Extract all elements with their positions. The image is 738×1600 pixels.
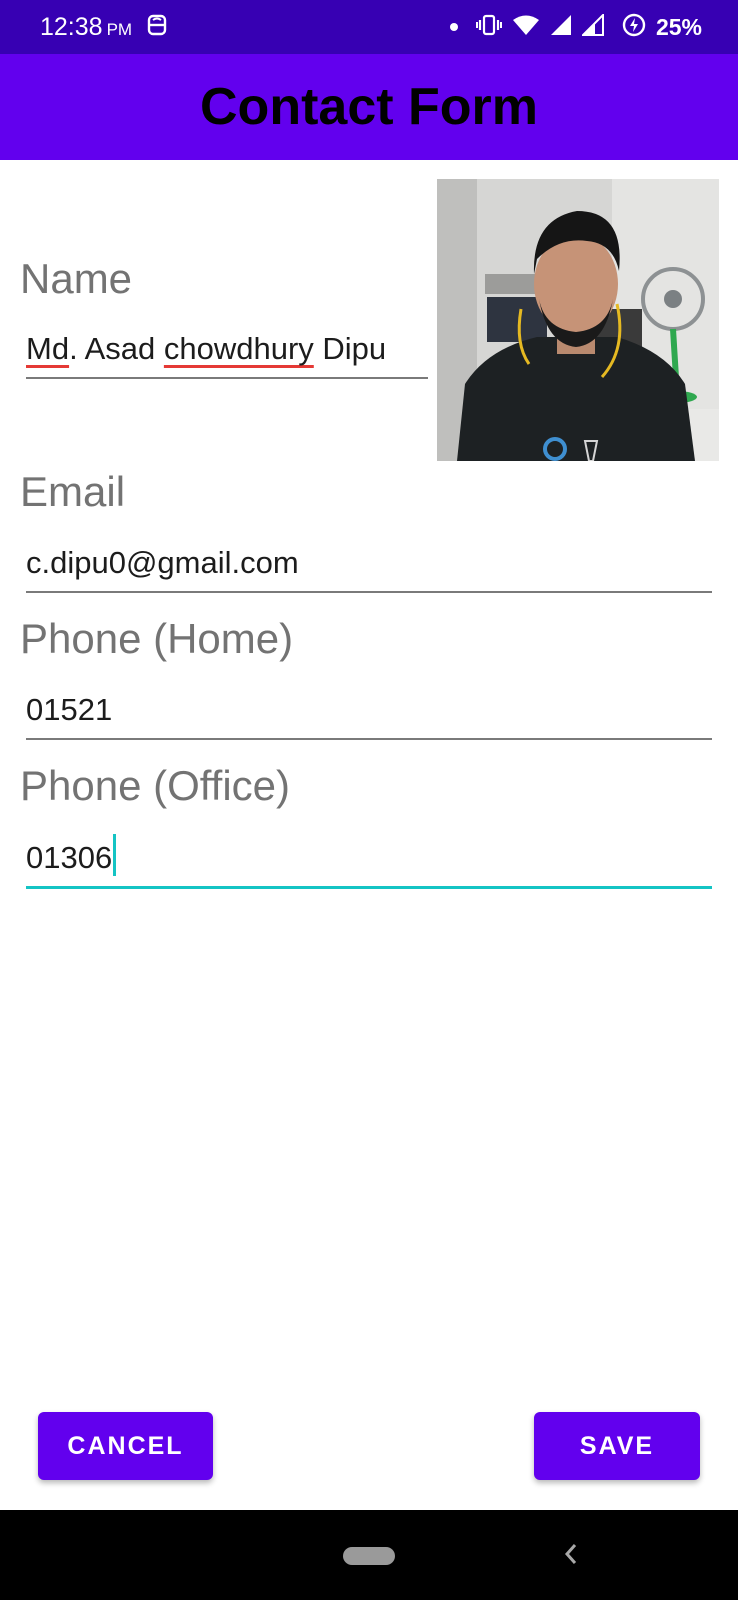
- phone-home-value: 01521: [26, 692, 113, 727]
- phone-office-value-wrap: 01306: [26, 834, 117, 876]
- battery-percent: 25%: [655, 13, 702, 40]
- wifi-icon: [512, 14, 540, 41]
- vibrate-icon: [475, 13, 502, 42]
- back-chevron-icon[interactable]: [562, 1539, 580, 1574]
- phone-home-label: Phone (Home): [20, 615, 294, 662]
- name-input[interactable]: Md. Asad chowdhury Dipu: [26, 323, 428, 379]
- battery-saver-icon: [622, 13, 646, 42]
- email-label: Email: [20, 468, 126, 515]
- app-bar: Contact Form: [0, 54, 738, 160]
- status-left: 12:38 PM: [40, 13, 168, 42]
- name-word-chowdhury: chowdhury: [163, 331, 314, 366]
- phone-office-value: 01306: [26, 840, 113, 875]
- phone-office-input[interactable]: 01306: [26, 833, 712, 889]
- status-bar: 12:38 PM 25%: [0, 0, 738, 54]
- home-pill-icon[interactable]: [343, 1547, 395, 1565]
- contact-form-screen: 12:38 PM 25% Contact Form Name Md. Asad …: [0, 0, 738, 1600]
- name-label: Name: [20, 255, 133, 302]
- contact-photo-image: [437, 179, 719, 461]
- app-notification-icon: [146, 13, 168, 42]
- phone-home-input[interactable]: 01521: [26, 684, 712, 740]
- email-input[interactable]: c.dipu0@gmail.com: [26, 537, 712, 593]
- name-word-asad: . Asad: [69, 331, 164, 366]
- signal-icon-2: [580, 12, 604, 41]
- name-word-md: Md: [26, 331, 70, 366]
- page-title: Contact Form: [200, 78, 538, 136]
- status-time: 12:38: [40, 12, 103, 41]
- text-caret: [113, 834, 117, 876]
- signal-icon: [550, 14, 572, 41]
- navigation-bar: [0, 1510, 738, 1600]
- status-ampm: PM: [106, 19, 133, 39]
- notification-dot-icon: [449, 23, 458, 31]
- cancel-button[interactable]: CANCEL: [38, 1412, 213, 1480]
- name-word-dipu: Dipu: [313, 331, 387, 366]
- save-button[interactable]: SAVE: [534, 1412, 700, 1480]
- phone-office-label: Phone (Office): [20, 762, 291, 809]
- name-value: Md. Asad chowdhury Dipu: [26, 331, 386, 367]
- status-right: 25%: [449, 12, 702, 42]
- contact-photo[interactable]: [437, 179, 719, 461]
- status-clock: 12:38 PM: [40, 13, 132, 42]
- email-value: c.dipu0@gmail.com: [26, 545, 299, 580]
